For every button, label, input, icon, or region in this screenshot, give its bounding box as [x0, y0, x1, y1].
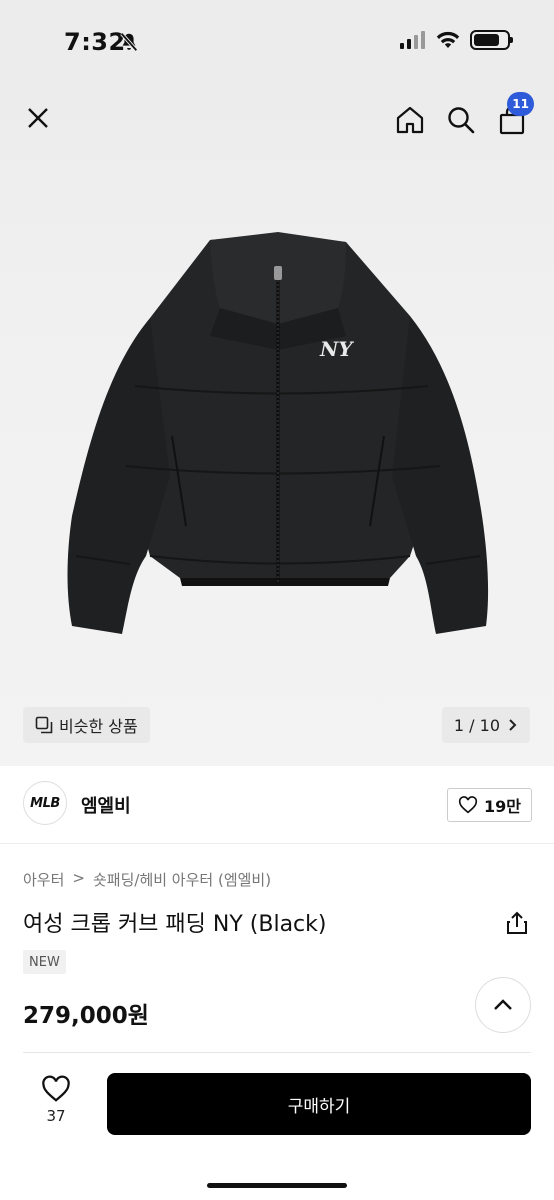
brand-logo[interactable]: MLB: [23, 781, 67, 825]
image-page-indicator[interactable]: 1 / 10: [441, 707, 530, 743]
svg-text:NY: NY: [319, 337, 354, 361]
wishlist-count: 37: [46, 1107, 66, 1125]
brand-name[interactable]: 엠엘비: [81, 792, 131, 818]
home-button[interactable]: [392, 102, 428, 138]
status-time: 7:32: [64, 28, 126, 56]
new-badge: NEW: [23, 950, 66, 974]
bell-off-icon: [120, 32, 138, 52]
breadcrumb-item-outer[interactable]: 아우터: [23, 869, 64, 890]
brand-like-count: 19만: [484, 797, 521, 816]
product-image-gallery[interactable]: NY 11: [0, 86, 554, 766]
bottom-action-bar: 37 구매하기: [0, 1053, 554, 1200]
breadcrumb: 아우터 > 숏패딩/헤비 아우터 (엠엘비): [23, 869, 271, 890]
home-indicator: [207, 1183, 347, 1188]
heart-icon: [458, 796, 478, 814]
product-photo-jacket: NY: [67, 232, 489, 634]
brand-like-button[interactable]: 19만: [447, 788, 532, 822]
scroll-up-button[interactable]: [475, 977, 531, 1033]
heart-icon: [42, 1075, 70, 1102]
search-button[interactable]: [443, 102, 479, 138]
similar-items-icon: [35, 716, 53, 734]
ny-logo: NY: [319, 337, 354, 361]
page-indicator-text: 1 / 10: [453, 715, 500, 735]
share-icon[interactable]: [504, 910, 530, 936]
brand-row: MLB 엠엘비 19만: [0, 766, 554, 844]
similar-products-button[interactable]: 비슷한 상품: [23, 707, 150, 743]
cellular-signal-icon: [400, 31, 425, 49]
wifi-icon: [436, 31, 460, 48]
close-icon: [28, 108, 48, 128]
search-icon: [448, 107, 475, 134]
chevron-up-icon: [494, 999, 512, 1010]
product-title: 여성 크롭 커브 패딩 NY (Black): [23, 912, 327, 937]
breadcrumb-separator-icon: >: [72, 869, 85, 887]
status-bar: 7:32: [0, 0, 554, 86]
breadcrumb-item-category[interactable]: 숏패딩/헤비 아우터 (엠엘비): [93, 869, 271, 890]
wishlist-button[interactable]: 37: [30, 1075, 82, 1125]
buy-button[interactable]: 구매하기: [107, 1073, 531, 1135]
cart-button[interactable]: 11: [494, 92, 534, 138]
similar-products-label: 비슷한 상품: [59, 717, 138, 736]
chevron-right-icon: [509, 719, 517, 731]
product-price: 279,000원: [23, 1003, 149, 1029]
battery-icon: [470, 30, 513, 50]
cart-count-badge: 11: [507, 92, 534, 116]
close-button[interactable]: [20, 100, 56, 136]
home-icon: [396, 106, 424, 134]
